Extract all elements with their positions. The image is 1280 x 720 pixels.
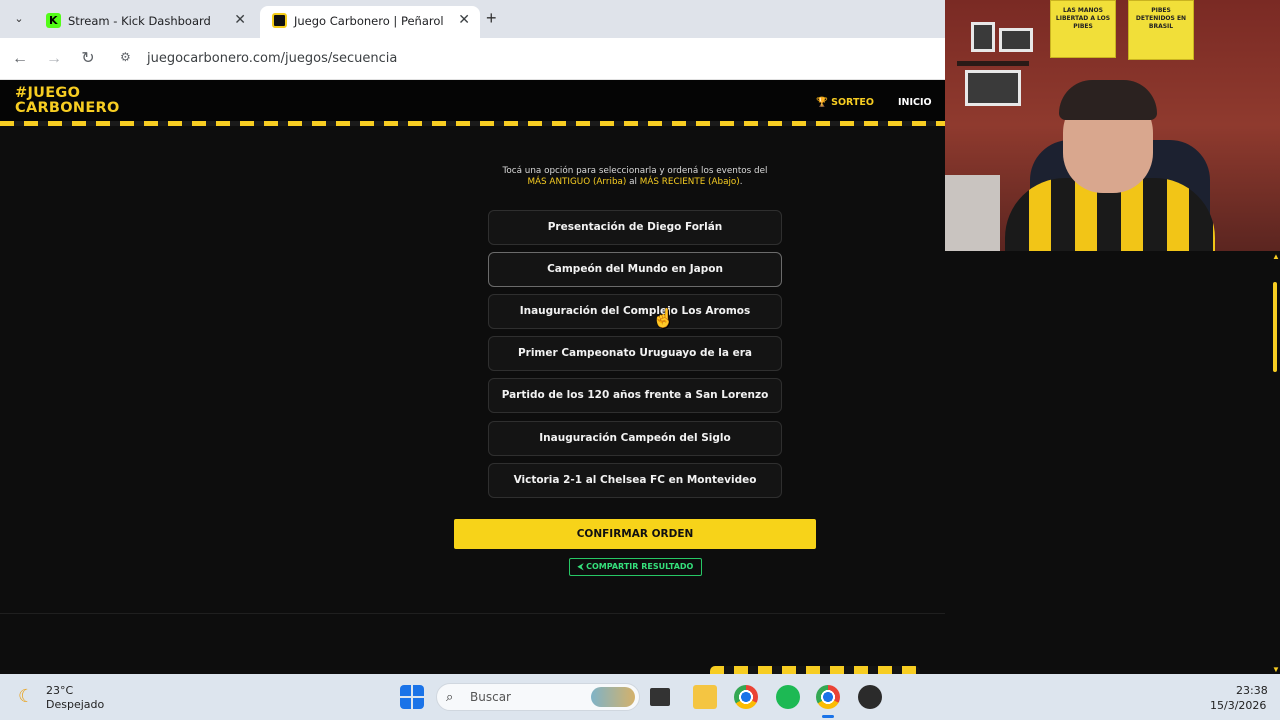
option-button[interactable]: Primer Campeonato Uruguayo de la era Pro…	[488, 336, 782, 392]
header-stripe	[0, 121, 945, 126]
option-button[interactable]: Inauguración del Complejo Los Aromos	[488, 294, 782, 329]
poster-right-text: PIBES DETENIDOS EN BRASIL	[1135, 7, 1187, 30]
taskbar-search-input[interactable]: ⌕ Buscar	[436, 683, 640, 711]
file-explorer-icon[interactable]	[693, 685, 717, 709]
logo-line-2: CARBONERO	[15, 100, 120, 116]
instructions-text: Tocá una opción para seleccionarla y ord…	[430, 166, 840, 188]
tab-title: Stream - Kick Dashboard	[68, 14, 211, 28]
instructions-newest: MÁS RECIENTE (Abajo)	[639, 177, 740, 187]
site-header: #JUEGO CARBONERO 🏆 SORTEO INICIO	[0, 80, 945, 126]
tab-kick-dashboard[interactable]: Stream - Kick Dashboard ✕	[34, 6, 256, 38]
close-tab-icon[interactable]: ✕	[234, 11, 246, 28]
close-tab-icon[interactable]: ✕	[458, 11, 470, 28]
streamer-hair	[1059, 80, 1157, 120]
page-scrollbar[interactable]: ▲ ▼	[1270, 252, 1280, 674]
nav-inicio-link[interactable]: INICIO	[898, 97, 932, 108]
windows-start-icon[interactable]	[400, 685, 424, 709]
task-view-icon[interactable]	[650, 688, 670, 706]
back-icon[interactable]: ←	[9, 48, 31, 70]
chrome-profile-icon[interactable]	[816, 685, 840, 709]
obs-icon[interactable]	[858, 685, 882, 709]
active-app-indicator	[822, 715, 834, 718]
clock-date[interactable]: 15/3/2026	[1210, 699, 1266, 712]
forward-icon[interactable]: →	[43, 48, 65, 70]
poster-right: PIBES DETENIDOS EN BRASIL	[1128, 0, 1194, 60]
option-button[interactable]: Campeón del Mundo en Japon	[488, 252, 782, 287]
kick-favicon-icon	[46, 13, 61, 28]
hand-cursor-icon: ☝	[652, 308, 675, 328]
instructions-end: .	[739, 177, 743, 187]
option-button[interactable]: Partido de los 120 años frente a San Lor…	[488, 378, 782, 413]
scrollbar-thumb[interactable]	[1273, 282, 1277, 372]
right-panel: LAS MANOS LIBERTAD A LOS PIBES PIBES DET…	[945, 0, 1280, 674]
tab-title: Juego Carbonero | Peñarol	[294, 14, 444, 28]
poster-left-text: LAS MANOS LIBERTAD A LOS PIBES	[1055, 7, 1111, 30]
weather-description[interactable]: Despejado	[46, 698, 104, 711]
nav-sorteo-link[interactable]: 🏆 SORTEO	[816, 97, 874, 108]
tab-juego-carbonero[interactable]: Juego Carbonero | Peñarol ✕	[260, 6, 480, 38]
weather-temperature[interactable]: 23°C	[46, 684, 73, 697]
browser-toolbar: ← → ↻ ⚙ juegocarbonero.com/juegos/secuen…	[0, 38, 945, 80]
option-button[interactable]: Inauguración Campeón del Siglo	[488, 421, 782, 456]
spotify-icon[interactable]	[776, 685, 800, 709]
tab-search-menu-icon[interactable]: ⌄	[8, 8, 30, 30]
option-button[interactable]: Presentación de Diego Forlán	[488, 210, 782, 245]
windows-taskbar: ☾ 23°C Despejado ⌕ Buscar 23:38 15/3/202…	[0, 674, 1280, 720]
footer-stripe	[710, 666, 920, 674]
picture-frame	[965, 70, 1021, 106]
new-tab-button[interactable]: +	[486, 8, 497, 29]
search-placeholder: Buscar	[470, 690, 511, 704]
shelf	[957, 61, 1029, 66]
picture-frame	[971, 22, 995, 52]
site-logo[interactable]: #JUEGO CARBONERO	[15, 86, 120, 116]
juego-carbonero-favicon-icon	[272, 13, 287, 28]
search-icon: ⌕	[446, 689, 454, 704]
poster-left: LAS MANOS LIBERTAD A LOS PIBES	[1050, 0, 1116, 58]
confirm-order-button[interactable]: CONFIRMAR ORDEN	[454, 519, 816, 549]
bed	[945, 175, 1000, 251]
instructions-line-1: Tocá una opción para seleccionarla y ord…	[502, 166, 768, 176]
instructions-connector: al	[626, 177, 640, 187]
picture-frame	[999, 28, 1033, 52]
scroll-up-icon[interactable]: ▲	[1272, 252, 1280, 261]
section-divider	[0, 613, 945, 614]
search-highlight-image	[591, 687, 635, 707]
moon-weather-icon[interactable]: ☾	[18, 686, 38, 706]
option-button[interactable]: Victoria 2-1 al Chelsea FC en Montevideo	[488, 463, 782, 498]
browser-tab-bar: ⌄ Stream - Kick Dashboard ✕ Juego Carbon…	[0, 0, 945, 38]
reload-icon[interactable]: ↻	[77, 48, 99, 70]
chrome-icon[interactable]	[734, 685, 758, 709]
scroll-down-icon[interactable]: ▼	[1272, 665, 1280, 674]
address-bar[interactable]: ⚙ juegocarbonero.com/juegos/secuencia	[112, 44, 940, 74]
site-settings-icon[interactable]: ⚙	[120, 50, 136, 66]
url-text: juegocarbonero.com/juegos/secuencia	[147, 51, 398, 66]
clock-time[interactable]: 23:38	[1236, 684, 1268, 697]
instructions-oldest: MÁS ANTIGUO (Arriba)	[527, 177, 627, 187]
share-result-button[interactable]: ⮜ COMPARTIR RESULTADO	[569, 558, 702, 576]
logo-line-1: #JUEGO	[15, 85, 81, 101]
website-content: #JUEGO CARBONERO 🏆 SORTEO INICIO Tocá un…	[0, 80, 945, 674]
webcam-overlay: LAS MANOS LIBERTAD A LOS PIBES PIBES DET…	[945, 0, 1280, 251]
